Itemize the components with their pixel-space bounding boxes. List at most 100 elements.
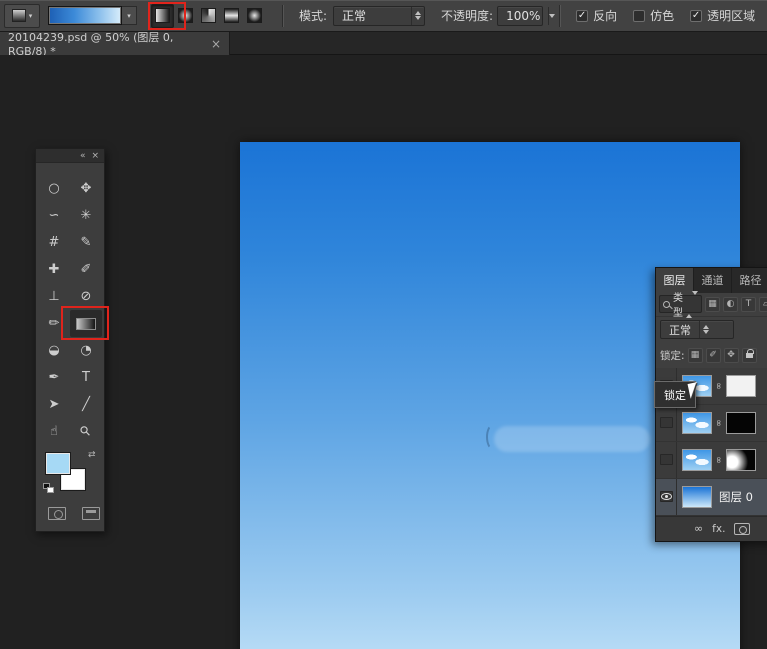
marquee-icon: ○	[48, 181, 59, 196]
layer-thumbnail[interactable]	[682, 412, 712, 434]
layer-row-layer-0[interactable]: 图层 0	[656, 479, 767, 516]
dither-checkbox-group: 仿色	[633, 7, 674, 24]
layer-thumbnail[interactable]	[682, 486, 712, 508]
blur-icon: ◒	[48, 343, 59, 358]
filter-type-select[interactable]: 类型	[659, 295, 702, 313]
blur-tool[interactable]: ◒	[38, 337, 70, 364]
chevron-down-icon	[548, 7, 555, 25]
gradient-picker-dropdown[interactable]: ▾	[122, 6, 137, 25]
gradient-type-diamond[interactable]	[243, 4, 266, 28]
move-icon: ✥	[81, 181, 92, 196]
close-panel-icon[interactable]: ×	[91, 151, 99, 161]
healing-brush-tool[interactable]: ✚	[38, 256, 70, 283]
reverse-checkbox-group: ✓ 反向	[576, 7, 617, 24]
gradient-preset-picker[interactable]: ▾	[4, 4, 40, 28]
eyedropper-tool[interactable]: ✎	[70, 229, 102, 256]
zoom-tool[interactable]: ⚲	[70, 418, 102, 445]
visibility-toggle[interactable]	[656, 479, 677, 515]
lasso-icon: ∽	[49, 208, 60, 223]
blend-mode-select[interactable]: 正常	[333, 6, 425, 26]
transparency-checkbox-group: ✓ 透明区域	[690, 7, 755, 24]
document-tab[interactable]: 20104239.psd @ 50% (图层 0, RGB/8) * ×	[0, 32, 230, 55]
layer-filter-row: 类型 ▦ ◐ T ▱	[656, 293, 767, 317]
filter-type-value: 类型	[673, 289, 683, 319]
updown-arrows-icon	[686, 295, 698, 314]
lock-row: 锁定: ▦ ✐ ✥	[656, 343, 767, 368]
line-tool[interactable]: ╱	[70, 391, 102, 418]
filter-type-layers-icon[interactable]: T	[741, 297, 756, 312]
elliptical-marquee-tool[interactable]: ○	[38, 175, 70, 202]
quick-mask-icon[interactable]	[48, 507, 66, 520]
stamp-icon: ⊥	[48, 289, 59, 304]
layer-mask-thumbnail[interactable]	[726, 412, 756, 434]
mask-link-icon: ∞	[713, 454, 723, 466]
hand-tool[interactable]: ☝	[38, 418, 70, 445]
history-brush-icon: ✏	[49, 316, 60, 331]
layer-row[interactable]: ∞	[656, 442, 767, 479]
gradient-preset-icon	[12, 9, 26, 22]
lock-position-icon[interactable]: ✥	[724, 348, 739, 363]
lock-image-pixels-icon[interactable]: ✐	[706, 348, 721, 363]
brush-icon: ✐	[81, 262, 92, 277]
tab-channels[interactable]: 通道	[694, 268, 732, 293]
magic-wand-tool[interactable]: ✳	[70, 202, 102, 229]
pen-tool[interactable]: ✒	[38, 364, 70, 391]
gradient-editor-sample[interactable]	[48, 6, 122, 25]
dither-label: 仿色	[650, 7, 674, 24]
transparency-checkbox[interactable]: ✓	[690, 10, 702, 22]
path-selection-tool[interactable]: ➤	[38, 391, 70, 418]
mode-label: 模式:	[299, 7, 327, 24]
swap-colors-icon[interactable]: ⇄	[88, 450, 96, 460]
lock-all-icon[interactable]	[742, 348, 757, 363]
visibility-toggle[interactable]	[656, 442, 677, 478]
color-swatches: ⇄	[46, 453, 96, 497]
link-layers-icon[interactable]: ∞	[694, 522, 703, 535]
healing-icon: ✚	[49, 262, 60, 277]
filter-adjustment-layers-icon[interactable]: ◐	[723, 297, 738, 312]
layer-effects-icon[interactable]: fx.	[712, 523, 725, 535]
hand-icon: ☝	[50, 424, 58, 439]
add-layer-mask-icon[interactable]	[734, 523, 750, 535]
lasso-tool[interactable]: ∽	[38, 202, 70, 229]
dodge-tool[interactable]: ◔	[70, 337, 102, 364]
opacity-select[interactable]: 100%	[497, 6, 543, 26]
default-colors-icon[interactable]	[43, 483, 55, 494]
chevron-down-icon: ▾	[127, 12, 131, 20]
transparency-label: 透明区域	[707, 7, 755, 24]
layer-name: 图层 0	[719, 489, 753, 505]
tab-paths[interactable]: 路径	[732, 268, 767, 293]
crop-icon: #	[49, 235, 60, 250]
collapse-panel-icon[interactable]: «	[80, 151, 86, 161]
foreground-color-swatch[interactable]	[46, 453, 70, 474]
close-icon[interactable]: ×	[211, 37, 221, 51]
brush-tool[interactable]: ✐	[70, 256, 102, 283]
filter-shape-layers-icon[interactable]: ▱	[759, 297, 767, 312]
dither-checkbox[interactable]	[633, 10, 645, 22]
layer-blend-mode-select[interactable]: 正常	[660, 320, 734, 339]
layer-mask-thumbnail[interactable]	[726, 375, 756, 397]
layer-thumbnail[interactable]	[682, 449, 712, 471]
document-tab-bar: 20104239.psd @ 50% (图层 0, RGB/8) * ×	[0, 32, 767, 55]
move-tool[interactable]: ✥	[70, 175, 102, 202]
gradient-type-reflected[interactable]	[220, 4, 243, 28]
line-icon: ╱	[82, 397, 90, 412]
opacity-value: 100%	[498, 9, 548, 23]
document-title: 20104239.psd @ 50% (图层 0, RGB/8) *	[8, 29, 203, 58]
crop-tool[interactable]: #	[38, 229, 70, 256]
visibility-toggle[interactable]	[656, 405, 677, 441]
type-tool[interactable]: T	[70, 364, 102, 391]
layer-row[interactable]: ∞	[656, 405, 767, 442]
diamond-gradient-icon	[247, 8, 262, 23]
tools-panel-titlebar: « ×	[36, 149, 104, 163]
wand-icon: ✳	[81, 208, 92, 223]
reverse-checkbox[interactable]: ✓	[576, 10, 588, 22]
filter-pixel-layers-icon[interactable]: ▦	[705, 297, 720, 312]
screen-mode-icon[interactable]	[82, 507, 100, 520]
layer-blend-mode-value: 正常	[661, 322, 699, 338]
layer-mask-thumbnail[interactable]	[726, 449, 756, 471]
reverse-label: 反向	[593, 7, 617, 24]
lock-transparent-pixels-icon[interactable]: ▦	[688, 348, 703, 363]
annotation-box-linear-gradient	[148, 2, 186, 30]
gradient-type-angle[interactable]	[197, 4, 220, 28]
reflected-gradient-icon	[224, 8, 239, 23]
